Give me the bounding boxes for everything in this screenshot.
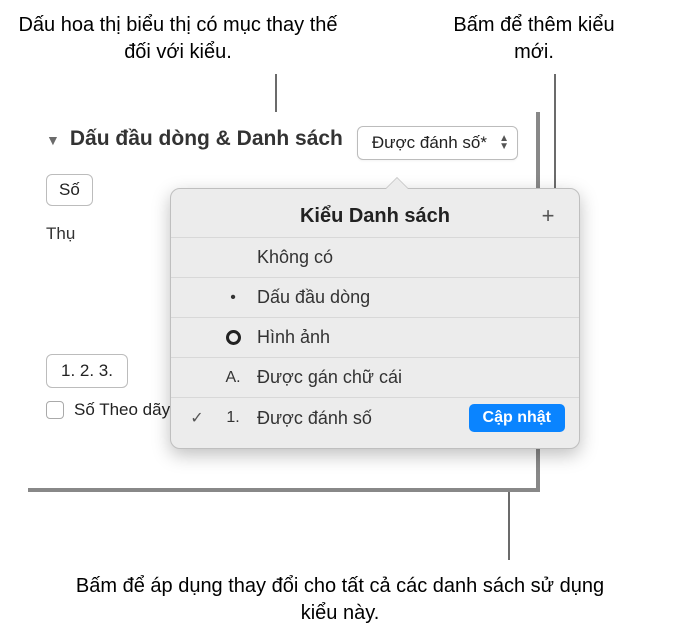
- section-title: Dấu đầu dòng & Danh sách: [70, 126, 347, 152]
- option-image[interactable]: Hình ảnh: [171, 318, 579, 358]
- callout-update: Bấm để áp dụng thay đổi cho tất cả các d…: [60, 573, 620, 627]
- checkmark-icon: ✓: [185, 408, 209, 428]
- disclosure-arrow-icon[interactable]: ▼: [46, 132, 60, 148]
- list-style-dropdown[interactable]: Được đánh số* ▲▼: [357, 126, 518, 160]
- option-label: Dấu đầu dòng: [257, 287, 565, 308]
- bullet-icon: •: [219, 289, 247, 307]
- option-label: Không có: [257, 247, 565, 268]
- option-lettered[interactable]: A. Được gán chữ cái: [171, 358, 579, 398]
- option-label: Hình ảnh: [257, 327, 565, 348]
- leader-line: [275, 74, 277, 116]
- callout-add: Bấm để thêm kiểu mới.: [449, 12, 619, 66]
- list-style-popover: Kiểu Danh sách + Không có • Dấu đầu dòng…: [170, 188, 580, 449]
- option-list: Không có • Dấu đầu dòng Hình ảnh A. Được…: [171, 237, 579, 438]
- chevron-updown-icon: ▲▼: [499, 135, 509, 151]
- popover-title: Kiểu Danh sách: [215, 205, 535, 228]
- option-bullet[interactable]: • Dấu đầu dòng: [171, 278, 579, 318]
- option-numbered[interactable]: ✓ 1. Được đánh số Cập nhật: [171, 398, 579, 438]
- sequence-checkbox[interactable]: [46, 401, 64, 419]
- letter-icon: A.: [219, 369, 247, 387]
- callout-asterisk: Dấu hoa thị biểu thị có mục thay thế đối…: [18, 12, 338, 66]
- image-ring-icon: [219, 330, 247, 345]
- number-format-select[interactable]: 1. 2. 3.: [46, 354, 128, 388]
- option-none[interactable]: Không có: [171, 238, 579, 278]
- option-label: Được gán chữ cái: [257, 367, 565, 388]
- sequence-label: Số Theo dãy: [74, 400, 170, 420]
- add-style-button[interactable]: +: [535, 203, 561, 229]
- format-sample: 1. 2. 3.: [61, 361, 113, 381]
- option-label: Được đánh số: [257, 408, 459, 429]
- dropdown-value: Được đánh số*: [372, 133, 487, 153]
- update-style-button[interactable]: Cập nhật: [469, 404, 565, 432]
- subtype-value: Số: [59, 180, 80, 200]
- number-icon: 1.: [219, 409, 247, 427]
- subtype-select[interactable]: Số: [46, 174, 93, 206]
